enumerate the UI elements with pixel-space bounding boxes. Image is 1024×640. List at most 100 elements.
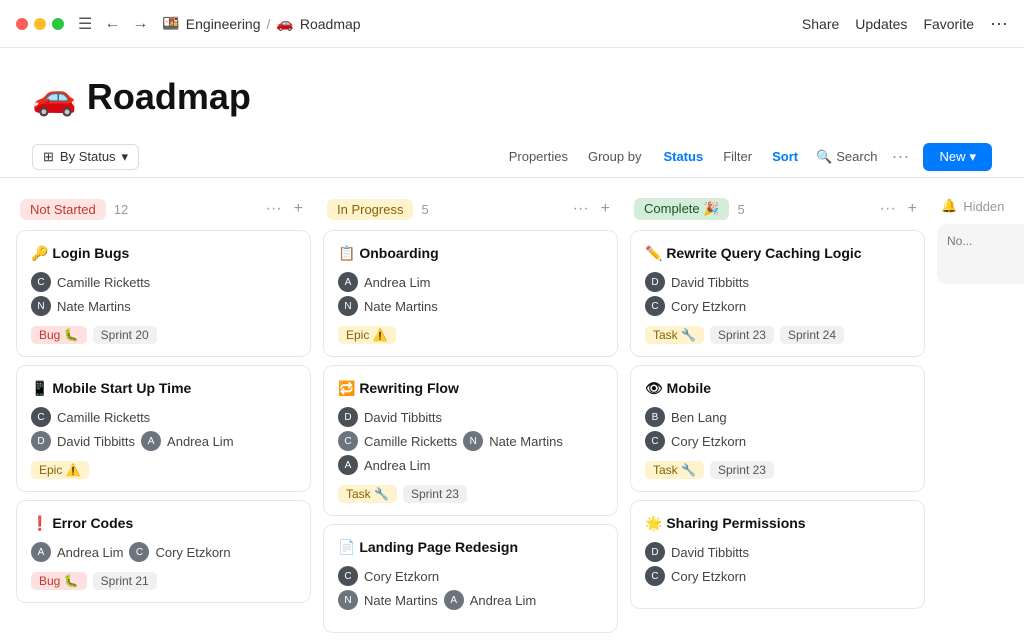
card[interactable]: 👁 MobileBBen LangCCory EtzkornTask 🔧Spri… xyxy=(630,365,925,492)
column-actions: ···+ xyxy=(262,198,307,220)
member-row: NNate Martins xyxy=(31,296,296,316)
member-name: Nate Martins xyxy=(57,299,131,314)
traffic-lights xyxy=(16,18,64,30)
column-more-button[interactable]: ··· xyxy=(569,198,593,220)
column-actions: ···+ xyxy=(569,198,614,220)
card-tag: Sprint 23 xyxy=(403,485,467,503)
member-name: Cory Etzkorn xyxy=(671,434,746,449)
avatar: D xyxy=(645,272,665,292)
share-button[interactable]: Share xyxy=(802,16,839,32)
breadcrumb: 🍱 Engineering / 🚗 Roadmap xyxy=(162,15,360,32)
member-row: CCamille RickettsNNate Martins xyxy=(338,431,603,451)
breadcrumb-parent[interactable]: Engineering xyxy=(186,16,261,32)
card-title: 🌟 Sharing Permissions xyxy=(645,515,910,532)
member-name: Cory Etzkorn xyxy=(671,569,746,584)
board: Not Started12···+🔑 Login BugsCCamille Ri… xyxy=(0,178,1024,640)
member-name: Camille Ricketts xyxy=(57,275,150,290)
toolbar-left: ⊞ By Status ▾ xyxy=(32,144,139,170)
card-members: CCamille Ricketts DDavid TibbittsAAndrea … xyxy=(31,407,296,451)
card-title: ❗ Error Codes xyxy=(31,515,296,532)
card[interactable]: 🔁 Rewriting Flow DDavid Tibbitts CCamille … xyxy=(323,365,618,516)
bell-icon: 🔔 xyxy=(941,198,957,214)
forward-button[interactable]: → xyxy=(128,12,152,36)
column-add-button[interactable]: + xyxy=(597,198,614,220)
new-button[interactable]: New ▾ xyxy=(923,143,992,171)
member-row: DDavid TibbittsAAndrea Lim xyxy=(31,431,296,451)
member-row: NNate Martins xyxy=(338,296,603,316)
breadcrumb-separator: / xyxy=(267,16,271,32)
page-title-emoji: 🚗 xyxy=(32,76,77,118)
avatar: N xyxy=(338,296,358,316)
card-members: DDavid TibbittsCCory Etzkorn xyxy=(645,542,910,586)
member-row: CCamille Ricketts xyxy=(31,407,296,427)
page-title-area: 🚗 Roadmap xyxy=(0,48,1024,136)
more-options-button[interactable]: ··· xyxy=(990,13,1008,34)
back-button[interactable]: ← xyxy=(100,12,124,36)
view-icon: ⊞ xyxy=(43,149,54,165)
member-row: AAndrea Lim xyxy=(338,455,603,475)
member-row: AAndrea LimCCory Etzkorn xyxy=(31,542,296,562)
member-name: David Tibbitts xyxy=(57,434,135,449)
column-add-button[interactable]: + xyxy=(290,198,307,220)
fullscreen-button[interactable] xyxy=(52,18,64,30)
card-tag: Epic ⚠️ xyxy=(338,326,396,344)
card[interactable]: ✏️ Rewrite Query Caching LogicDDavid Tib… xyxy=(630,230,925,357)
avatar: A xyxy=(444,590,464,610)
close-button[interactable] xyxy=(16,18,28,30)
view-label: By Status xyxy=(60,149,116,164)
minimize-button[interactable] xyxy=(34,18,46,30)
search-button[interactable]: 🔍 Search xyxy=(808,145,885,169)
card-tag: Task 🔧 xyxy=(338,485,397,503)
card-title: 📄 Landing Page Redesign xyxy=(338,539,603,556)
member-row: DDavid Tibbitts xyxy=(645,542,910,562)
column-not-started: Not Started12···+🔑 Login BugsCCamille Ri… xyxy=(16,194,311,640)
member-name: David Tibbitts xyxy=(671,275,749,290)
new-button-label: New xyxy=(939,149,965,164)
card[interactable]: 🌟 Sharing Permissions DDavid TibbittsCCor… xyxy=(630,500,925,609)
column-add-button[interactable]: + xyxy=(904,198,921,220)
card[interactable]: 📱 Mobile Start Up TimeCCamille RickettsD… xyxy=(16,365,311,492)
hidden-column-content: No... xyxy=(937,224,1024,284)
avatar: B xyxy=(645,407,665,427)
sort-button[interactable]: Sort xyxy=(762,145,808,168)
filter-button[interactable]: Filter xyxy=(713,145,762,168)
column-count: 12 xyxy=(114,202,128,217)
favorite-button[interactable]: Favorite xyxy=(923,16,974,32)
page-title-text: Roadmap xyxy=(87,76,251,118)
member-name: Cory Etzkorn xyxy=(364,569,439,584)
column-count: 5 xyxy=(737,202,744,217)
card[interactable]: 🔑 Login BugsCCamille RickettsNNate Marti… xyxy=(16,230,311,357)
view-selector[interactable]: ⊞ By Status ▾ xyxy=(32,144,139,170)
card-tag: Sprint 21 xyxy=(93,572,157,590)
hamburger-icon[interactable]: ☰ xyxy=(74,12,96,36)
card-title: 🔁 Rewriting Flow xyxy=(338,380,603,397)
cards-container: ✏️ Rewrite Query Caching LogicDDavid Tib… xyxy=(630,230,925,609)
properties-button[interactable]: Properties xyxy=(499,145,578,168)
avatar: A xyxy=(338,455,358,475)
breadcrumb-current-emoji: 🚗 xyxy=(276,15,293,32)
member-name: Camille Ricketts xyxy=(57,410,150,425)
card[interactable]: 📋 OnboardingAAndrea LimNNate MartinsEpic… xyxy=(323,230,618,357)
card-members: CCory EtzkornNNate MartinsAAndrea Lim xyxy=(338,566,603,610)
search-icon: 🔍 xyxy=(816,149,832,165)
card[interactable]: 📄 Landing Page Redesign CCory EtzkornNNat… xyxy=(323,524,618,633)
card-tags: Task 🔧Sprint 23Sprint 24 xyxy=(645,326,910,344)
column-more-button[interactable]: ··· xyxy=(262,198,286,220)
card-tag: Task 🔧 xyxy=(645,461,704,479)
group-by-value[interactable]: Status xyxy=(653,145,713,168)
member-row: CCory Etzkorn xyxy=(645,431,910,451)
card-members: BBen LangCCory Etzkorn xyxy=(645,407,910,451)
column-more-button[interactable]: ··· xyxy=(876,198,900,220)
avatar: C xyxy=(129,542,149,562)
avatar: N xyxy=(463,431,483,451)
card-tag: Sprint 23 xyxy=(710,461,774,479)
member-row: DDavid Tibbitts xyxy=(338,407,603,427)
card-members: CCamille Ricketts NNate Martins xyxy=(31,272,296,316)
card-tags: Bug 🐛Sprint 21 xyxy=(31,572,296,590)
toolbar-more-button[interactable]: ··· xyxy=(885,142,915,171)
card-tags: Task 🔧 Sprint 23 xyxy=(338,485,603,503)
card[interactable]: ❗ Error Codes AAndrea LimCCory Etzkorn Bug… xyxy=(16,500,311,603)
member-row: CCamille Ricketts xyxy=(31,272,296,292)
updates-button[interactable]: Updates xyxy=(855,16,907,32)
member-name: David Tibbitts xyxy=(364,410,442,425)
